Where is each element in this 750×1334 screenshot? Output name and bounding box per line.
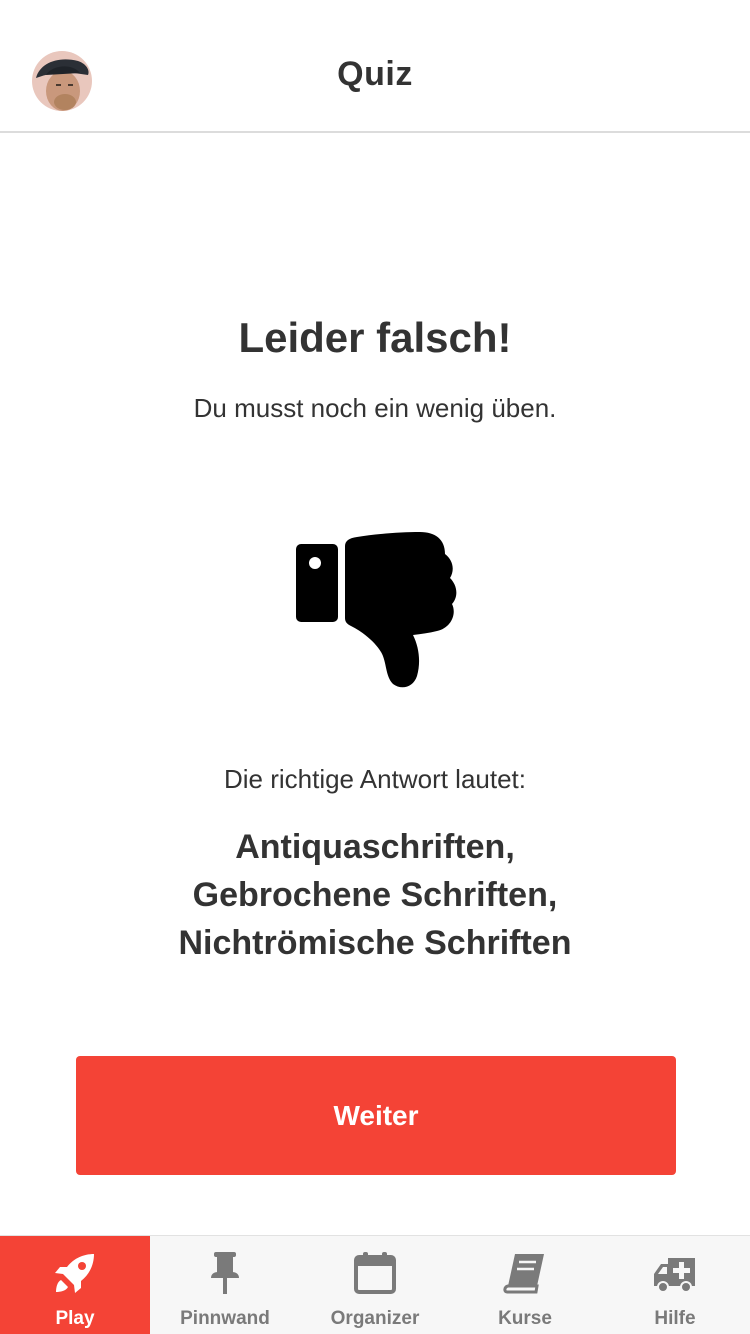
tab-play[interactable]: Play — [0, 1236, 150, 1334]
tab-hilfe[interactable]: Hilfe — [600, 1236, 750, 1334]
tab-label: Kurse — [498, 1308, 552, 1329]
answer-line: Nichtrömische Schriften — [178, 924, 572, 962]
tab-label: Hilfe — [654, 1308, 696, 1329]
answer-line: Antiquaschriften, — [235, 828, 515, 866]
tab-kurse[interactable]: Kurse — [450, 1236, 600, 1334]
page-title: Quiz — [337, 55, 413, 93]
tab-label: Play — [55, 1308, 95, 1329]
calendar-icon — [354, 1252, 396, 1294]
tab-bar: Play Pinnwand Organizer Kurse Hilfe — [0, 1235, 750, 1334]
correct-answer: Antiquaschriften, Gebrochene Schriften, … — [0, 823, 750, 967]
book-icon — [503, 1254, 544, 1294]
tab-label: Pinnwand — [180, 1308, 270, 1329]
rocket-icon — [55, 1254, 94, 1293]
weiter-button[interactable]: Weiter — [76, 1056, 676, 1175]
result-headline: Leider falsch! — [238, 314, 512, 361]
tab-label: Organizer — [330, 1308, 420, 1329]
ambulance-icon — [654, 1258, 695, 1293]
app-header: Quiz — [0, 0, 750, 133]
tab-organizer[interactable]: Organizer — [300, 1236, 450, 1334]
tab-pinnwand[interactable]: Pinnwand — [150, 1236, 300, 1334]
result-message: Du musst noch ein wenig üben. — [193, 393, 557, 423]
pin-icon — [211, 1252, 239, 1294]
thumbs-down-icon — [296, 532, 457, 688]
answer-label: Die richtige Antwort lautet: — [223, 764, 527, 794]
answer-line: Gebrochene Schriften, — [192, 876, 558, 914]
